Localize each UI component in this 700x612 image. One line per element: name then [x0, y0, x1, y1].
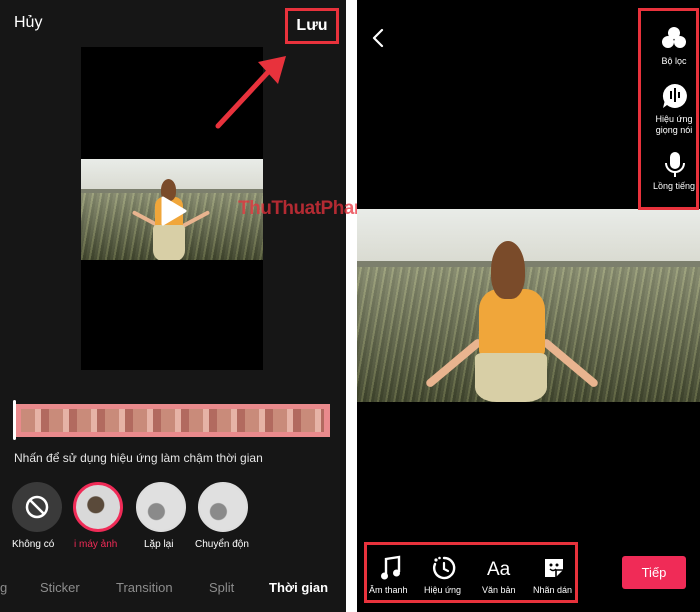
video-preview-image[interactable]	[357, 209, 700, 402]
text-label: Văn bản	[482, 585, 516, 595]
svg-text:Aa: Aa	[487, 559, 511, 579]
tab-time[interactable]: Thời gian	[269, 580, 328, 595]
playhead[interactable]	[13, 400, 16, 440]
voice-effect-label: Hiệu ứng giọng nói	[655, 114, 693, 135]
microphone-icon[interactable]	[664, 150, 686, 180]
sticker-icon[interactable]	[542, 556, 566, 580]
play-icon[interactable]	[159, 196, 187, 226]
no-effect-icon	[25, 495, 49, 519]
voiceover-label: Lồng tiếng	[652, 181, 696, 191]
text-icon[interactable]: Aa	[486, 557, 514, 579]
voice-effect-icon[interactable]	[661, 82, 689, 110]
effects-label: Hiệu ứng	[424, 585, 462, 595]
camera-effect-thumb[interactable]	[73, 482, 123, 532]
effect-label: i máy ảnh	[74, 539, 118, 550]
filter-icon[interactable]	[661, 25, 687, 51]
back-chevron-icon[interactable]	[369, 26, 389, 50]
hint-text: Nhấn để sử dụng hiệu ứng làm chậm thời g…	[14, 451, 263, 465]
save-button[interactable]: Lưu	[285, 8, 339, 44]
filter-label: Bộ lọc	[661, 56, 687, 66]
tab-transition[interactable]: Transition	[116, 580, 173, 595]
next-button[interactable]: Tiếp	[622, 556, 686, 589]
tab-partial[interactable]: g	[0, 580, 7, 595]
effect-timer-icon[interactable]	[431, 555, 457, 581]
effect-label: Không có	[12, 539, 55, 550]
music-note-icon[interactable]	[380, 555, 402, 581]
repeat-effect-thumb[interactable]	[136, 482, 186, 532]
effect-label: Lặp lại	[144, 539, 174, 550]
sticker-label: Nhãn dán	[533, 585, 573, 595]
effect-none-button[interactable]	[12, 482, 62, 532]
sound-label: Âm thanh	[369, 585, 408, 595]
cancel-button[interactable]: Hủy	[14, 14, 42, 32]
timeline-strip[interactable]	[13, 404, 330, 437]
pointer-arrow-icon	[215, 56, 286, 129]
motion-effect-thumb[interactable]	[198, 482, 248, 532]
video-editor-panel: Hủy Lưu Nhấn để sử dụng hiệu ứng làm chậ…	[0, 0, 346, 612]
tab-sticker[interactable]: Sticker	[40, 580, 80, 595]
effect-label: Chuyển độn	[195, 539, 249, 550]
tab-split[interactable]: Split	[209, 580, 234, 595]
